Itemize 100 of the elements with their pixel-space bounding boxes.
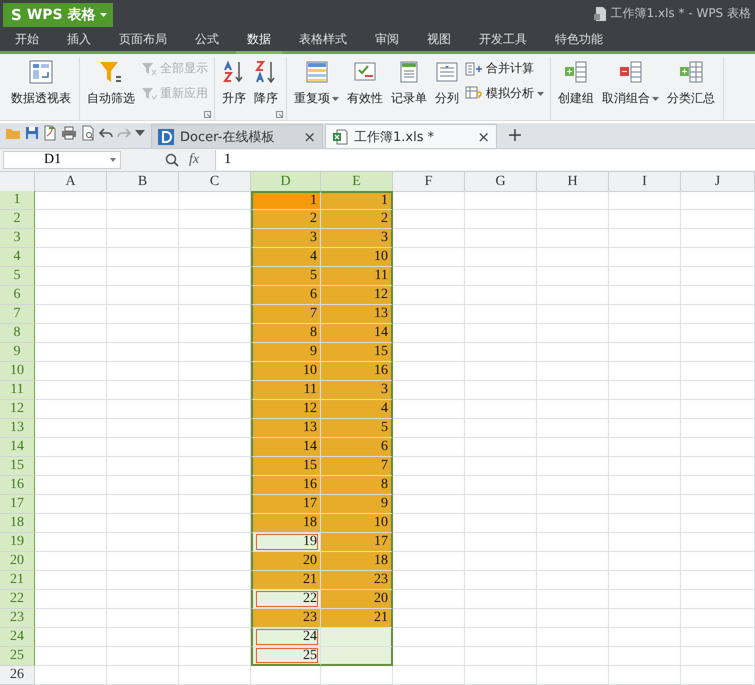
- column-header[interactable]: G: [465, 172, 537, 192]
- empty-cell: [537, 400, 609, 420]
- column-header[interactable]: J: [681, 172, 755, 192]
- print-preview-icon[interactable]: [81, 125, 95, 142]
- menu-tab[interactable]: 视图: [416, 28, 462, 54]
- row-header[interactable]: 9: [0, 343, 35, 362]
- row-header[interactable]: 19: [0, 533, 35, 552]
- document-tab[interactable]: Docer-在线模板 ×: [151, 124, 323, 148]
- table-cell: 2: [321, 210, 393, 230]
- empty-cell: [465, 191, 537, 210]
- ribbon-button[interactable]: 升序: [220, 57, 248, 110]
- row-header[interactable]: 20: [0, 552, 35, 572]
- menu-tab[interactable]: 插入: [56, 28, 102, 54]
- ribbon-button[interactable]: 分类汇总: [665, 57, 717, 110]
- menu-tab[interactable]: 开发工具: [468, 28, 538, 54]
- row-header[interactable]: 11: [0, 381, 35, 400]
- table-cell: 7: [321, 457, 393, 476]
- row-header[interactable]: 3: [0, 229, 35, 248]
- menu-tab[interactable]: 特色功能: [544, 28, 614, 54]
- ribbon-button[interactable]: 降序: [252, 57, 280, 110]
- row-header[interactable]: 1: [0, 191, 35, 210]
- menu-tab[interactable]: 开始: [4, 28, 50, 54]
- column-header[interactable]: A: [35, 172, 107, 192]
- insert-function-button[interactable]: fx: [189, 152, 200, 168]
- row-header[interactable]: 10: [0, 362, 35, 382]
- ribbon-button[interactable]: 取消组合: [600, 57, 661, 110]
- row-header[interactable]: 25: [0, 647, 35, 666]
- row-header[interactable]: 7: [0, 305, 35, 324]
- row-header[interactable]: 12: [0, 400, 35, 420]
- dialog-launcher-icon[interactable]: [204, 110, 211, 118]
- app-menu-button[interactable]: S WPS 表格: [3, 2, 114, 27]
- save-icon[interactable]: [25, 126, 39, 140]
- row-header[interactable]: 4: [0, 248, 35, 268]
- spreadsheet-file-icon: [332, 128, 348, 145]
- close-tab-button[interactable]: ×: [477, 128, 490, 146]
- ribbon-button[interactable]: 合并计算: [465, 60, 544, 78]
- menu-tab[interactable]: 页面布局: [108, 28, 178, 54]
- column-header[interactable]: D: [251, 172, 321, 192]
- row-header[interactable]: 23: [0, 609, 35, 628]
- column-header[interactable]: C: [179, 172, 251, 192]
- column-header[interactable]: B: [107, 172, 179, 192]
- row-header[interactable]: 6: [0, 286, 35, 306]
- row-header[interactable]: 16: [0, 476, 35, 496]
- row-header[interactable]: 2: [0, 210, 35, 230]
- empty-cell: [609, 419, 681, 438]
- ribbon-button[interactable]: 重复项: [292, 57, 341, 110]
- highlight-frame: [256, 629, 318, 646]
- empty-cell: [107, 343, 179, 362]
- empty-cell: [537, 476, 609, 496]
- ribbon-button[interactable]: 分列: [433, 57, 461, 110]
- export-pdf-icon[interactable]: [43, 125, 57, 142]
- row-header[interactable]: 24: [0, 628, 35, 648]
- ribbon-button[interactable]: 数据透视表: [9, 57, 73, 110]
- ribbon-button[interactable]: 记录单: [389, 57, 429, 110]
- menu-tab[interactable]: 审阅: [364, 28, 410, 54]
- row-header[interactable]: 21: [0, 571, 35, 590]
- row-header[interactable]: 13: [0, 419, 35, 438]
- empty-cell: [107, 647, 179, 666]
- table-cell: 8: [321, 476, 393, 496]
- ribbon-button[interactable]: 有效性: [345, 57, 385, 110]
- close-tab-button[interactable]: ×: [303, 128, 316, 146]
- row-header[interactable]: 22: [0, 590, 35, 610]
- empty-cell: [537, 457, 609, 476]
- caret-icon[interactable]: [135, 130, 145, 136]
- row-header[interactable]: 18: [0, 514, 35, 534]
- tab-label: Docer-在线模板: [180, 128, 276, 146]
- column-header[interactable]: E: [321, 172, 393, 192]
- ribbon-button[interactable]: 创建组: [556, 57, 596, 110]
- dialog-launcher-icon[interactable]: [276, 110, 283, 118]
- table-cell: 18: [251, 514, 321, 534]
- empty-cell: [107, 419, 179, 438]
- caret-icon: [100, 12, 108, 17]
- row-header[interactable]: 8: [0, 324, 35, 344]
- ribbon-button[interactable]: 模拟分析: [465, 85, 544, 102]
- row-header[interactable]: 14: [0, 438, 35, 458]
- menu-tab[interactable]: 公式: [184, 28, 230, 54]
- empty-cell: [465, 400, 537, 420]
- column-header[interactable]: I: [609, 172, 681, 192]
- document-tab[interactable]: 工作簿1.xls * ×: [325, 124, 497, 148]
- print-icon[interactable]: [61, 126, 77, 140]
- table-cell: 3: [321, 381, 393, 400]
- empty-cell: [107, 267, 179, 286]
- formula-input[interactable]: 1: [215, 150, 755, 170]
- ribbon-button[interactable]: 自动筛选: [85, 57, 137, 110]
- table-cell: 20: [251, 552, 321, 572]
- row-header[interactable]: 5: [0, 267, 35, 286]
- new-tab-button[interactable]: +: [499, 124, 531, 148]
- table-cell: 19: [251, 533, 321, 552]
- menu-tab[interactable]: 表格样式: [288, 28, 358, 54]
- name-box[interactable]: D1: [3, 151, 121, 170]
- empty-cell: [107, 229, 179, 248]
- undo-icon[interactable]: [99, 127, 113, 140]
- row-header[interactable]: 17: [0, 495, 35, 514]
- row-header[interactable]: 15: [0, 457, 35, 476]
- column-header[interactable]: F: [393, 172, 465, 192]
- empty-cell: [107, 666, 179, 685]
- column-header[interactable]: H: [537, 172, 609, 192]
- row-header[interactable]: 26: [0, 666, 35, 685]
- zoom-search-icon[interactable]: [165, 153, 179, 168]
- table-cell: 10: [251, 362, 321, 382]
